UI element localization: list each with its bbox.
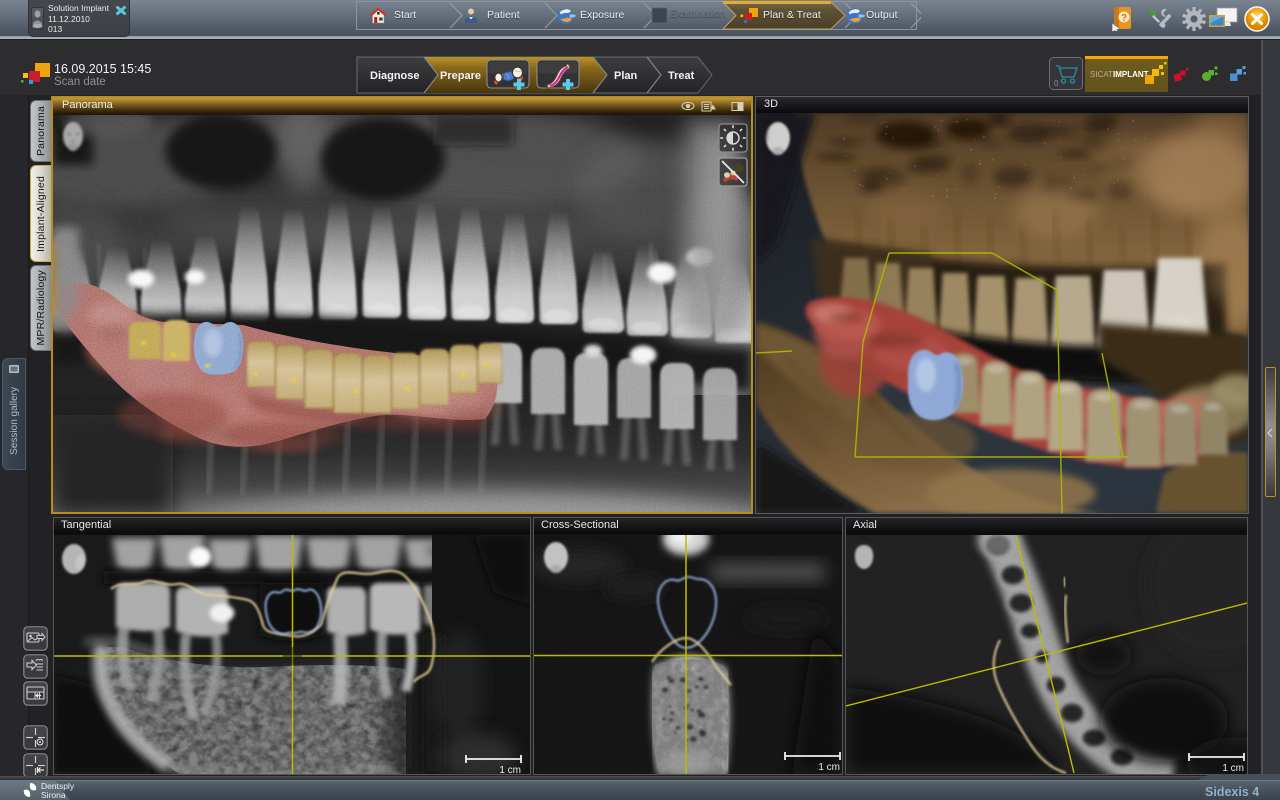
- svg-text:Plan: Plan: [614, 70, 638, 82]
- svg-text:1 cm: 1 cm: [818, 762, 840, 773]
- svg-text:1 cm: 1 cm: [1222, 763, 1244, 774]
- svg-text:Treat: Treat: [668, 70, 695, 82]
- svg-text:Diagnose: Diagnose: [370, 70, 420, 82]
- svg-text:0: 0: [1054, 79, 1059, 88]
- svg-text:?: ?: [1121, 13, 1127, 24]
- svg-text:1 cm: 1 cm: [499, 765, 521, 774]
- svg-text:Prepare: Prepare: [440, 70, 481, 82]
